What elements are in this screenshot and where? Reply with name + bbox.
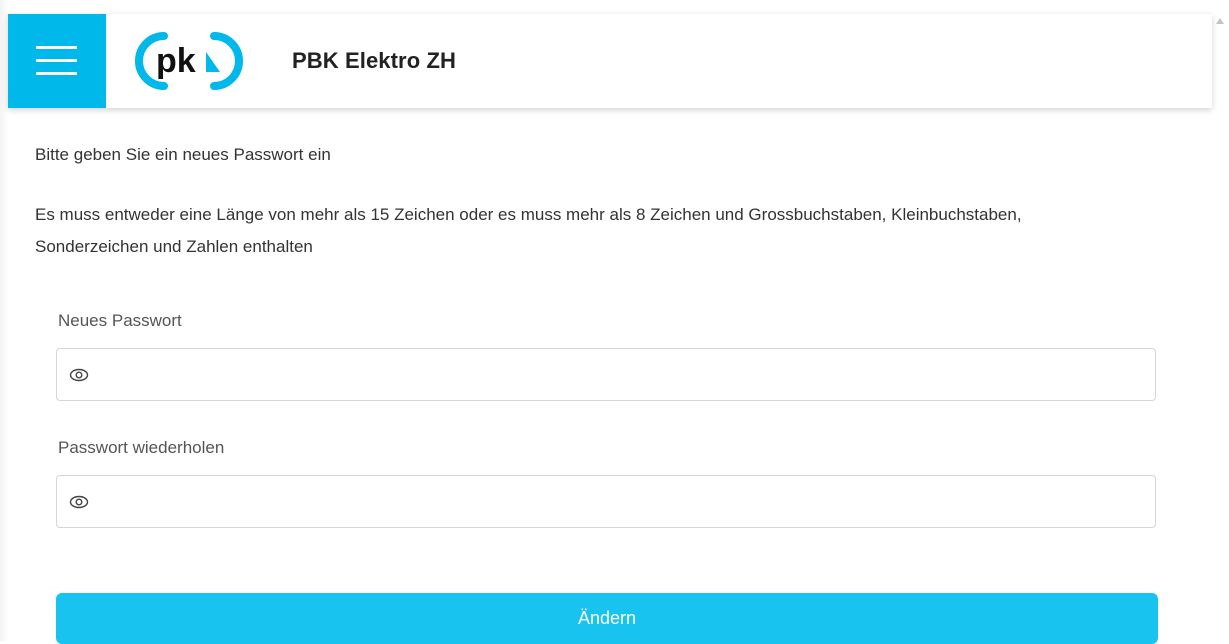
menu-icon-line-bottom: [36, 72, 77, 75]
app-window: pk PBK Elektro ZH Bitte geben Sie ein ne…: [8, 14, 1212, 644]
vertical-scrollbar[interactable]: [1212, 14, 1229, 641]
app-title: PBK Elektro ZH: [292, 48, 456, 73]
password-rules-text: Es muss entweder eine Länge von mehr als…: [35, 205, 1022, 256]
scroll-up-arrow-icon[interactable]: [1216, 18, 1224, 24]
top-bar: pk PBK Elektro ZH: [8, 14, 1212, 108]
new-password-field[interactable]: [56, 348, 1156, 402]
new-password-input[interactable]: [99, 349, 1143, 402]
logo-text: pk: [156, 42, 196, 80]
repeat-password-input[interactable]: [99, 476, 1143, 529]
eye-icon[interactable]: [69, 494, 89, 510]
intro-text: Bitte geben Sie ein neues Passwort ein: [35, 145, 331, 164]
repeat-password-field[interactable]: [56, 475, 1156, 529]
pbk-logo: pk: [135, 32, 243, 90]
eye-icon[interactable]: [69, 367, 89, 383]
change-password-button[interactable]: Ändern: [56, 593, 1158, 644]
menu-icon-line-top: [36, 46, 77, 49]
menu-icon-line-middle: [36, 59, 77, 62]
repeat-password-label: Passwort wiederholen: [58, 438, 225, 457]
hamburger-menu-button[interactable]: [8, 14, 106, 108]
new-password-label: Neues Passwort: [58, 311, 182, 330]
